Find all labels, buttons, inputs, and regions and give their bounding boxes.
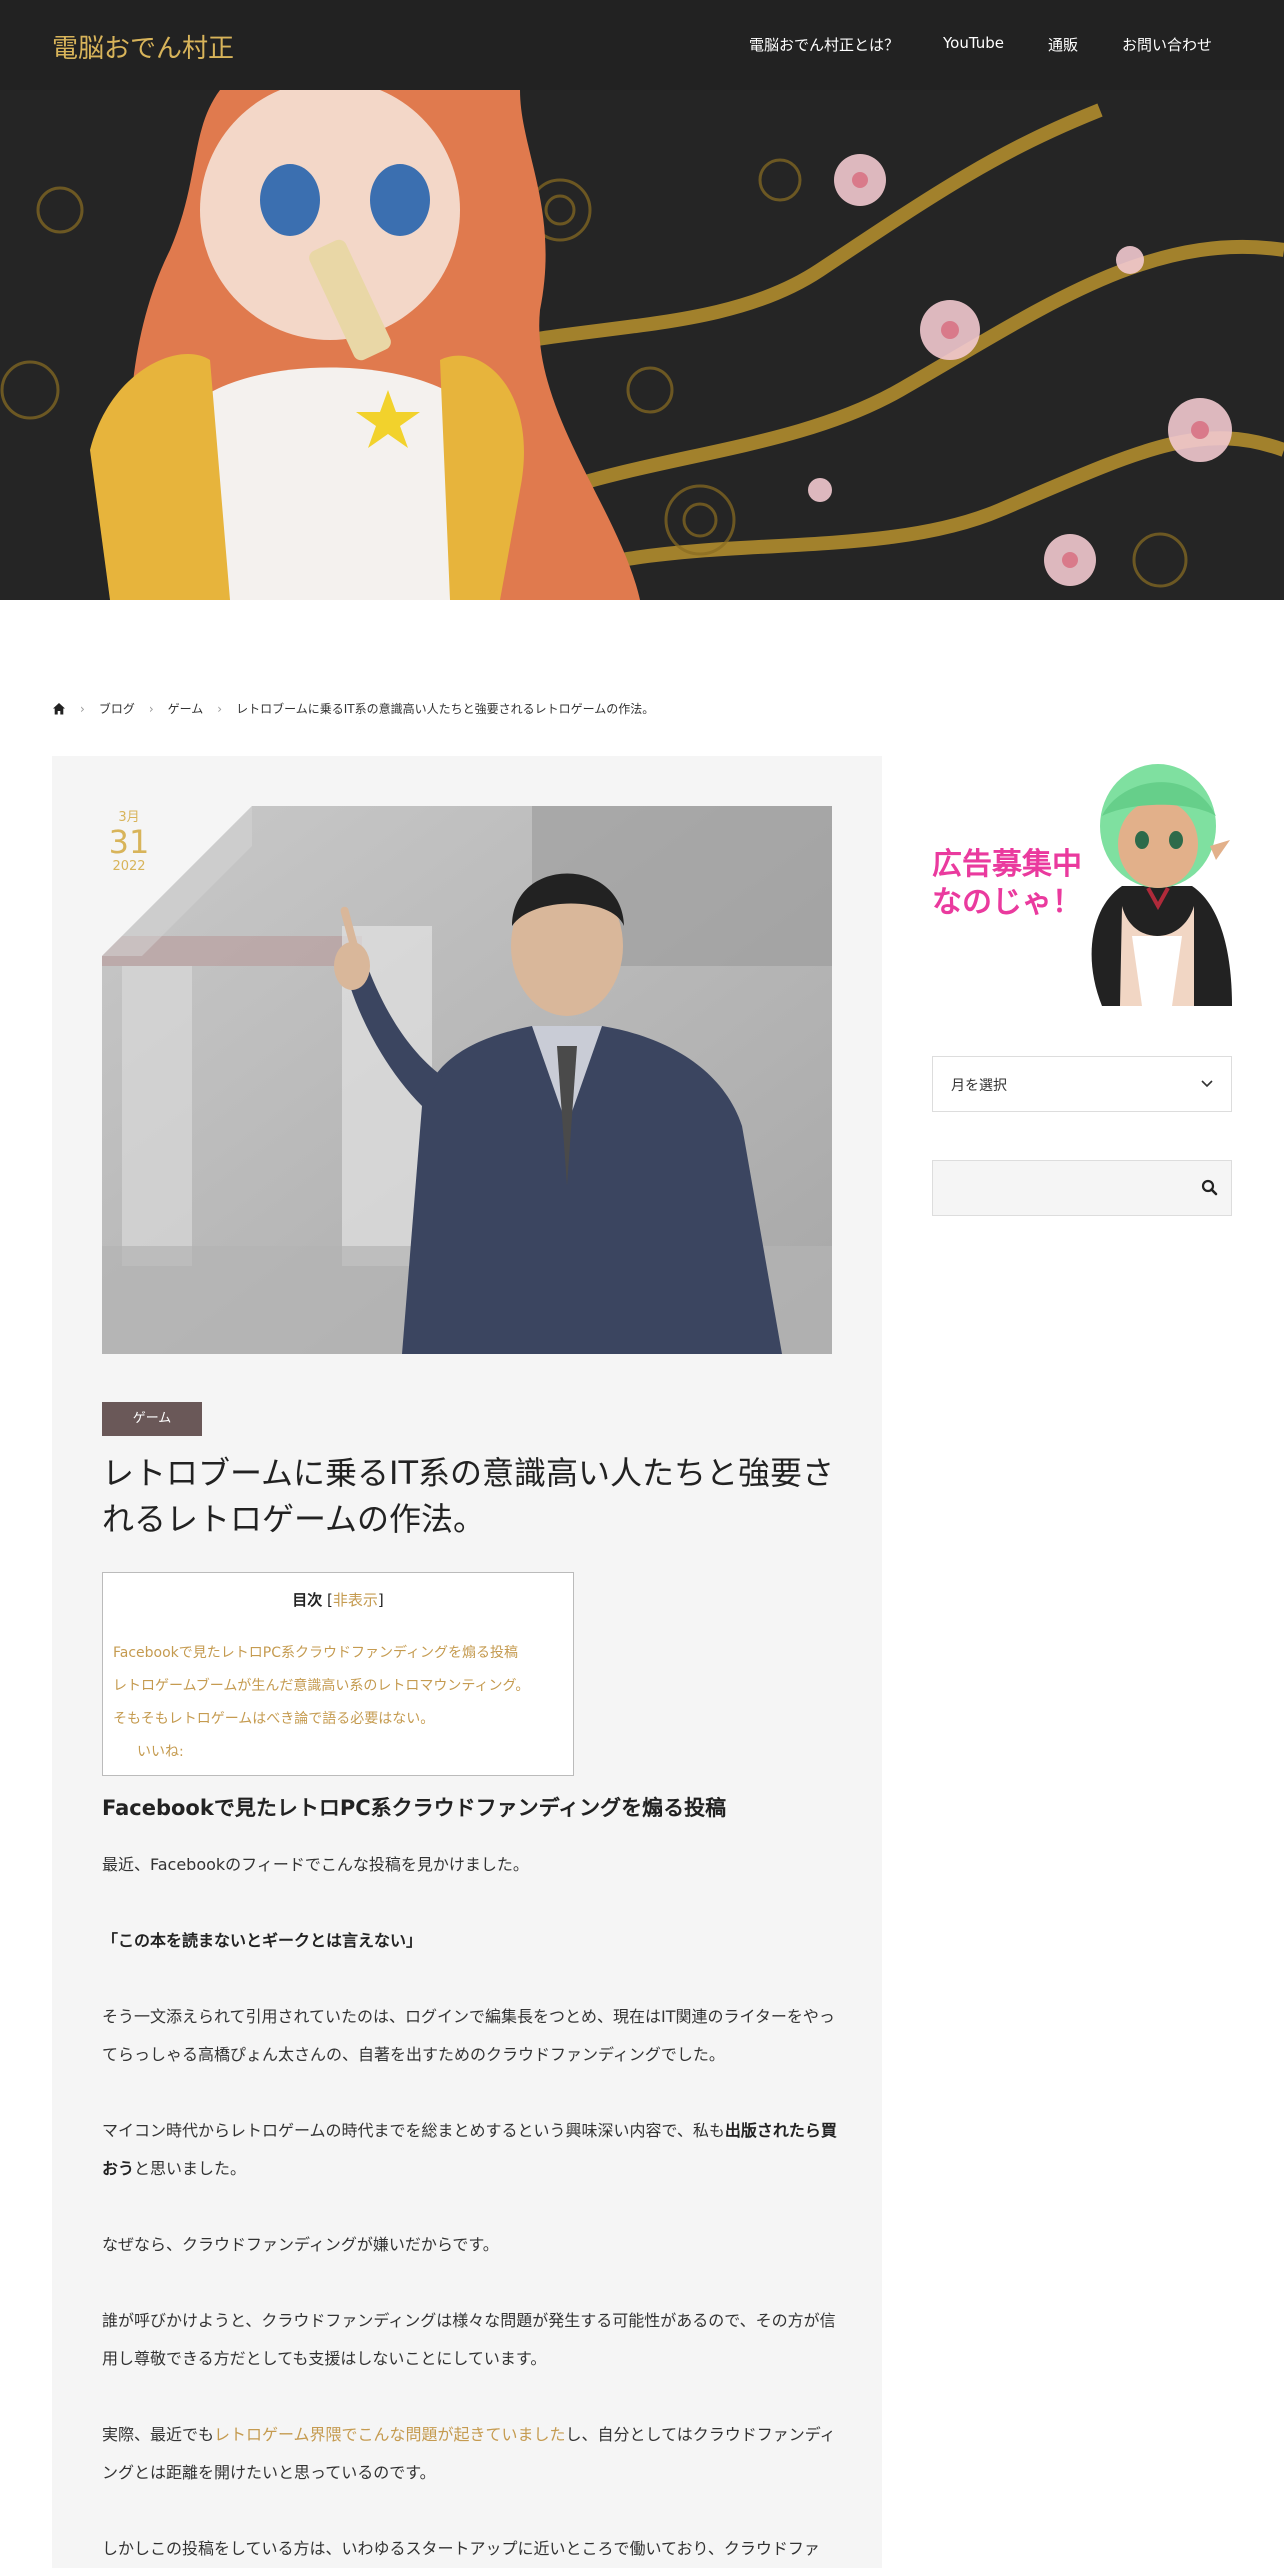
section-heading: Facebookで見たレトロPC系クラウドファンディングを煽る投稿 <box>102 1796 727 1820</box>
paragraph: しかしこの投稿をしている方は、いわゆるスタートアップに近いところで働いており、ク… <box>102 2539 820 2558</box>
toc-list: Facebookで見たレトロPC系クラウドファンディングを煽る投稿 レトロゲーム… <box>113 1637 529 1769</box>
toc-toggle-link[interactable]: 非表示 <box>333 1591 378 1609</box>
chevron-right-icon: › <box>217 701 223 716</box>
paragraph-text: マイコン時代からレトロゲームの時代までを総まとめするという興味深い内容で、私も <box>102 2121 725 2140</box>
chevron-right-icon: › <box>80 701 85 716</box>
corner-fold <box>102 806 252 956</box>
ad-text: 広告募集中 なのじゃ！ <box>932 846 1082 922</box>
main-nav: 電脳おでん村正とは？ YouTube 通販 お問い合わせ <box>749 34 1212 55</box>
nav-item-youtube[interactable]: YouTube <box>943 34 1004 55</box>
eyecatch-image <box>102 806 832 1354</box>
inline-link[interactable]: レトロゲーム界隈でこんな問題が起きていました <box>214 2425 566 2444</box>
toc-item[interactable]: いいね: <box>113 1736 529 1769</box>
nav-item-shop[interactable]: 通販 <box>1048 34 1078 55</box>
site-title[interactable]: 電脳おでん村正 <box>52 28 234 65</box>
post-date: 3月 31 2022 <box>104 806 154 874</box>
search-box <box>932 1160 1232 1216</box>
archive-select[interactable]: 月を選択 <box>932 1056 1232 1112</box>
nav-item-about[interactable]: 電脳おでん村正とは？ <box>749 34 899 55</box>
ad-banner[interactable]: 広告募集中 なのじゃ！ <box>932 756 1232 1006</box>
breadcrumb-current: レトロブームに乗るIT系の意識高い人たちと強要されるレトロゲームの作法。 <box>236 702 655 716</box>
table-of-contents: 目次 [非表示] Facebookで見たレトロPC系クラウドファンディングを煽る… <box>102 1572 574 1776</box>
archive-select-value: 月を選択 <box>951 1078 1007 1094</box>
toc-title: 目次 [非表示] <box>103 1589 573 1610</box>
toc-item[interactable]: レトロゲームブームが生んだ意識高い系のレトロマウンティング。 <box>113 1670 529 1703</box>
paragraph-text: と思いました。 <box>134 2159 247 2178</box>
paragraph: マイコン時代からレトロゲームの時代までを総まとめするという興味深い内容で、私も出… <box>102 2112 842 2188</box>
article-main: 3月 31 2022 ゲーム レトロブームに乗るIT系の意識高い人たちと強要され… <box>52 756 882 2568</box>
ad-text-line1: 広告募集中 <box>932 847 1082 882</box>
paragraph: 誰が呼びかけようと、クラウドファンディングは様々な問題が発生する可能性があるので… <box>102 2311 836 2368</box>
toc-item[interactable]: そもそもレトロゲームはべき論で語る必要はない。 <box>113 1703 529 1736</box>
paragraph: そう一文添えられて引用されていたのは、ログインで編集長をつとめ、現在はIT関連の… <box>102 2007 835 2064</box>
post-date-year: 2022 <box>112 859 146 874</box>
search-icon[interactable] <box>1199 1177 1221 1199</box>
breadcrumb-blog[interactable]: ブログ <box>99 700 135 717</box>
quote-text: 「この本を読まないとギークとは言えない」 <box>102 1931 423 1950</box>
chevron-right-icon: › <box>148 701 154 716</box>
chevron-down-icon <box>1201 1080 1213 1088</box>
toc-bracket-close: ] <box>377 1591 384 1609</box>
post-title: レトロブームに乗るIT系の意識高い人たちと強要されるレトロゲームの作法。 <box>102 1454 835 1538</box>
post-date-day: 31 <box>108 823 150 861</box>
paragraph-text: 実際、最近でも <box>102 2425 215 2444</box>
nav-item-contact[interactable]: お問い合わせ <box>1122 34 1212 55</box>
search-input[interactable] <box>933 1161 1183 1215</box>
ad-text-line2: なのじゃ！ <box>932 885 1082 920</box>
site-header: 電脳おでん村正 電脳おでん村正とは？ YouTube 通販 お問い合わせ <box>0 0 1284 90</box>
breadcrumb-game[interactable]: ゲーム <box>168 700 204 717</box>
toc-item[interactable]: Facebookで見たレトロPC系クラウドファンディングを煽る投稿 <box>113 1637 529 1670</box>
paragraph: なぜなら、クラウドファンディングが嫌いだからです。 <box>102 2235 499 2254</box>
toc-heading: 目次 <box>292 1591 323 1609</box>
paragraph-quote: 「この本を読まないとギークとは言えない」 <box>102 1922 842 1960</box>
paragraph: 実際、最近でもレトロゲーム界隈でこんな問題が起きていましたし、自分としてはクラウ… <box>102 2416 842 2492</box>
breadcrumb: › ブログ › ゲーム › レトロブームに乗るIT系の意識高い人たちと強要される… <box>52 700 654 717</box>
hero-image <box>0 90 1284 600</box>
paragraph: 最近、Facebookのフィードでこんな投稿を見かけました。 <box>102 1855 529 1874</box>
category-badge[interactable]: ゲーム <box>102 1402 202 1436</box>
home-icon[interactable] <box>52 702 66 716</box>
hero-illustration <box>0 90 1284 600</box>
